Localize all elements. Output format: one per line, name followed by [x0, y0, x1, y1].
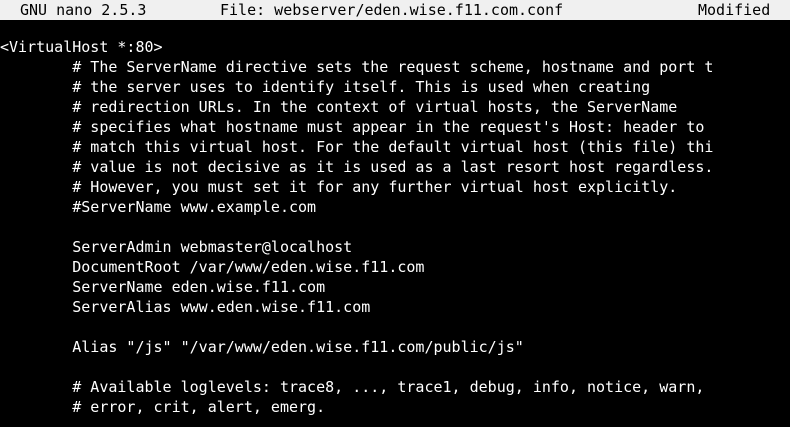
- editor-version: GNU nano 2.5.3: [20, 1, 147, 19]
- nano-title-bar: GNU nano 2.5.3 File: webserver/eden.wise…: [0, 0, 790, 20]
- editor-line[interactable]: # the server uses to identify itself. Th…: [0, 77, 790, 97]
- file-name: File: webserver/eden.wise.f11.com.conf: [220, 1, 564, 19]
- editor-text-area[interactable]: <VirtualHost *:80> # The ServerName dire…: [0, 37, 790, 427]
- editor-line[interactable]: #ServerName www.example.com: [0, 197, 790, 217]
- editor-line[interactable]: [0, 357, 790, 377]
- editor-line[interactable]: Alias "/js" "/var/www/eden.wise.f11.com/…: [0, 337, 790, 357]
- editor-line[interactable]: # Available loglevels: trace8, ..., trac…: [0, 377, 790, 397]
- editor-line[interactable]: DocumentRoot /var/www/eden.wise.f11.com: [0, 257, 790, 277]
- editor-line[interactable]: <VirtualHost *:80>: [0, 37, 790, 57]
- editor-line[interactable]: ServerAlias www.eden.wise.f11.com: [0, 297, 790, 317]
- editor-line[interactable]: # value is not decisive as it is used as…: [0, 157, 790, 177]
- editor-line[interactable]: # The ServerName directive sets the requ…: [0, 57, 790, 77]
- editor-line[interactable]: [0, 217, 790, 237]
- editor-line[interactable]: # However, you must set it for any furth…: [0, 177, 790, 197]
- editor-line[interactable]: [0, 317, 790, 337]
- editor-line[interactable]: # match this virtual host. For the defau…: [0, 137, 790, 157]
- editor-line[interactable]: # redirection URLs. In the context of vi…: [0, 97, 790, 117]
- editor-line[interactable]: # specifies what hostname must appear in…: [0, 117, 790, 137]
- editor-line[interactable]: ServerAdmin webmaster@localhost: [0, 237, 790, 257]
- editor-line[interactable]: ServerName eden.wise.f11.com: [0, 277, 790, 297]
- modified-status: Modified: [698, 1, 771, 19]
- editor-line[interactable]: # error, crit, alert, emerg.: [0, 397, 790, 417]
